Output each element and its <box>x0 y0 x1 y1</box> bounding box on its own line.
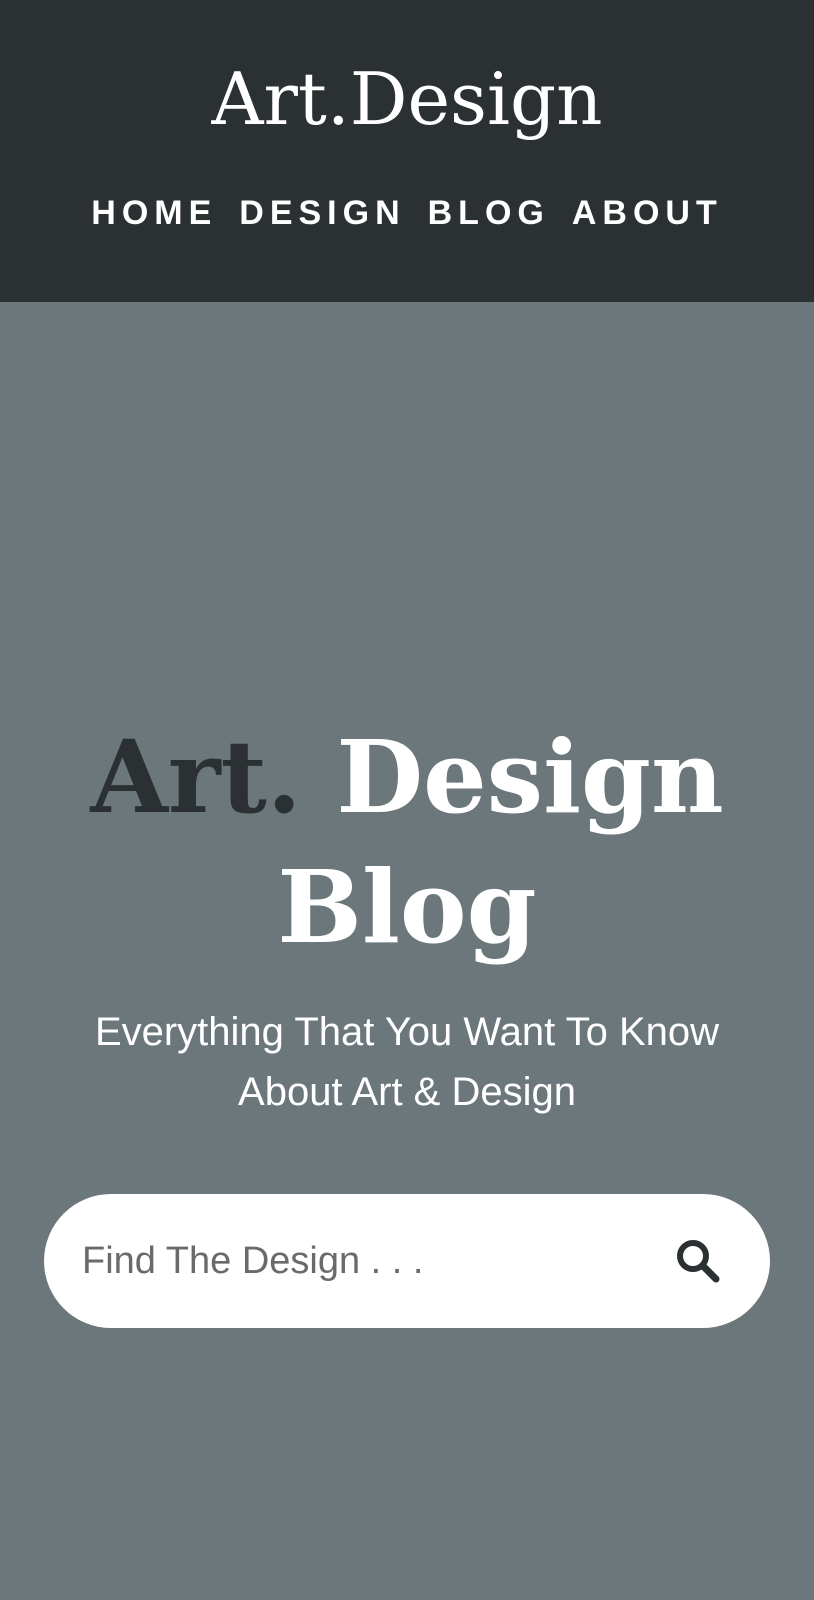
hero-title-light: Design <box>336 718 724 836</box>
search-icon <box>677 1240 720 1283</box>
search-input[interactable] <box>80 1194 640 1328</box>
hero-section: Art. Design Blog Everything That You Wan… <box>0 302 814 1600</box>
hero-title-line2: Blog <box>277 848 537 966</box>
hero-title-dark: Art. <box>90 718 302 836</box>
search-button[interactable] <box>674 1237 722 1285</box>
site-header: Art.Design HOME DESIGN BLOG ABOUT <box>0 0 814 302</box>
site-logo[interactable]: Art.Design <box>0 54 814 144</box>
hero-title: Art. Design Blog <box>0 712 814 972</box>
hero-subtitle: Everything That You Want To Know About A… <box>94 1010 720 1114</box>
nav-item-home[interactable]: HOME <box>91 190 217 236</box>
nav-item-design[interactable]: DESIGN <box>239 190 405 236</box>
main-nav: HOME DESIGN BLOG ABOUT <box>0 190 814 236</box>
nav-item-about[interactable]: ABOUT <box>572 190 723 236</box>
search-bar <box>44 1194 770 1328</box>
nav-item-blog[interactable]: BLOG <box>428 190 550 236</box>
